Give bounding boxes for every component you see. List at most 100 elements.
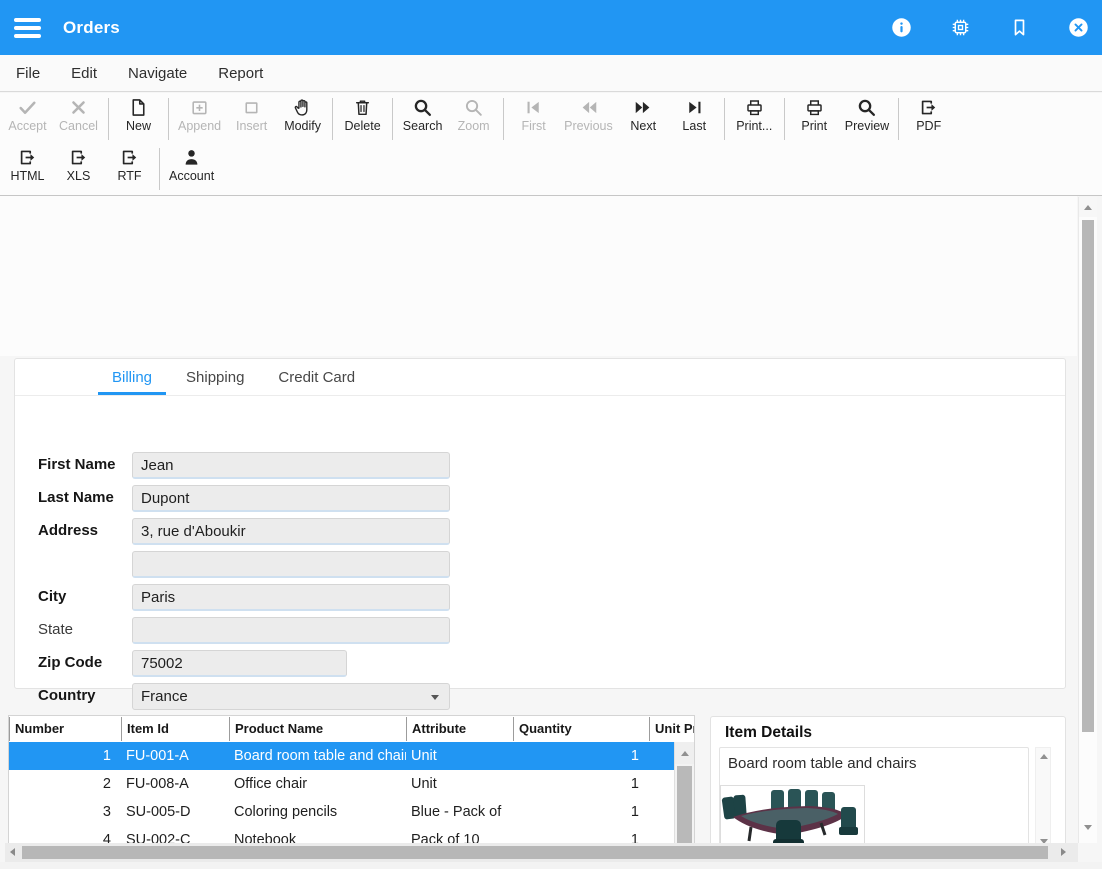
- toolbar-button[interactable]: Search: [397, 97, 448, 133]
- toolbar-button[interactable]: Print...: [729, 97, 780, 133]
- item-details-title: Item Details: [725, 724, 812, 742]
- item-description-box[interactable]: Board room table and chairs: [719, 747, 1029, 855]
- zip-code-input[interactable]: [132, 650, 347, 677]
- table-row[interactable]: 3 SU-005-D Coloring pencils Blue - Pack …: [9, 798, 694, 826]
- tab[interactable]: Credit Card: [261, 359, 372, 395]
- toolbar-button[interactable]: New: [113, 97, 164, 133]
- address-line1-input[interactable]: [132, 518, 450, 545]
- column-header[interactable]: Item Id: [121, 717, 229, 741]
- table-scroll-thumb[interactable]: [677, 766, 692, 845]
- scroll-left-button[interactable]: [10, 848, 15, 856]
- first-name-label: First Name: [38, 456, 116, 473]
- menu-item[interactable]: Edit: [71, 65, 97, 82]
- horizontal-scroll-thumb[interactable]: [22, 846, 1048, 859]
- toolbar-button[interactable]: Append: [173, 97, 226, 133]
- toolbar-button[interactable]: First: [508, 97, 559, 133]
- titlebar-button[interactable]: [891, 17, 913, 39]
- address-line2-input[interactable]: [132, 551, 450, 578]
- chip-icon: [950, 17, 971, 38]
- vertical-scroll-thumb[interactable]: [1082, 220, 1094, 732]
- column-header[interactable]: Attribute: [406, 717, 513, 741]
- state-input[interactable]: [132, 617, 450, 644]
- toolbar-button[interactable]: XLS: [53, 147, 104, 183]
- country-select[interactable]: France: [132, 683, 450, 710]
- trash-icon: [352, 97, 373, 118]
- toolbar-button[interactable]: Print: [789, 97, 840, 133]
- state-label: State: [38, 621, 73, 638]
- column-header[interactable]: Number: [9, 717, 121, 741]
- menu-item[interactable]: Report: [218, 65, 263, 82]
- toolbar-button[interactable]: Modify: [277, 97, 328, 133]
- square-plus-icon: [189, 97, 210, 118]
- column-header[interactable]: Product Name: [229, 717, 406, 741]
- scroll-up-button[interactable]: [1079, 197, 1097, 217]
- toolbar-separator: [332, 98, 333, 140]
- printer-icon: [744, 97, 765, 118]
- cross-icon: [68, 97, 89, 118]
- table-scroll-up-button[interactable]: [675, 742, 694, 764]
- tab[interactable]: Shipping: [169, 359, 261, 395]
- cell-product-name: Coloring pencils: [229, 798, 406, 826]
- menu-item[interactable]: Navigate: [128, 65, 187, 82]
- cell-quantity: 1: [513, 742, 649, 770]
- cell-attribute: Blue - Pack of: [406, 798, 513, 826]
- titlebar-button[interactable]: [1068, 17, 1090, 39]
- toolbar-button[interactable]: HTML: [2, 147, 53, 183]
- toolbar-button[interactable]: Previous: [559, 97, 618, 133]
- horizontal-scrollbar[interactable]: [5, 843, 1078, 862]
- titlebar-button[interactable]: [1009, 17, 1031, 39]
- toolbar-button[interactable]: Account: [164, 147, 219, 183]
- toolbar-button[interactable]: RTF: [104, 147, 155, 183]
- cell-attribute: Unit: [406, 742, 513, 770]
- toolbar-row-2: HTML XLS RTF Account: [2, 143, 1102, 191]
- cell-quantity: 1: [513, 770, 649, 798]
- cell-product-name: Board room table and chairs: [229, 742, 406, 770]
- details-scrollbar[interactable]: [1035, 747, 1051, 855]
- cell-item-id: SU-005-D: [121, 798, 229, 826]
- toolbar-button[interactable]: Accept: [2, 97, 53, 133]
- table-row[interactable]: 2 FU-008-A Office chair Unit 1: [9, 770, 694, 798]
- toolbar-button[interactable]: PDF: [903, 97, 954, 133]
- titlebar-button[interactable]: [950, 17, 972, 39]
- billing-card: Billing Shipping Credit Card First Name …: [14, 358, 1066, 689]
- toolbar-separator: [168, 98, 169, 140]
- triangle-up-icon: [1040, 754, 1048, 759]
- toolbar-separator: [898, 98, 899, 140]
- info-icon: [891, 17, 912, 38]
- menu-item[interactable]: File: [16, 65, 40, 82]
- scroll-right-button[interactable]: [1061, 848, 1066, 856]
- toolbar-button[interactable]: Zoom: [448, 97, 499, 133]
- table-scrollbar[interactable]: [674, 742, 694, 847]
- table-row[interactable]: 1 FU-001-A Board room table and chairs U…: [9, 742, 694, 770]
- cell-item-id: FU-008-A: [121, 770, 229, 798]
- toolbar-button[interactable]: Insert: [226, 97, 277, 133]
- city-label: City: [38, 588, 66, 605]
- tab[interactable]: Billing: [95, 359, 169, 395]
- last-name-input[interactable]: [132, 485, 450, 512]
- export-icon: [119, 147, 140, 168]
- toolbar-separator: [159, 148, 160, 190]
- search-icon: [463, 97, 484, 118]
- toolbar-button[interactable]: Cancel: [53, 97, 104, 133]
- bookmark-icon: [1009, 17, 1030, 38]
- close-icon: [1068, 17, 1089, 38]
- first-name-input[interactable]: [132, 452, 450, 479]
- toolbar-button[interactable]: Delete: [337, 97, 388, 133]
- toolbar-separator: [108, 98, 109, 140]
- toolbar-button[interactable]: Last: [669, 97, 720, 133]
- city-input[interactable]: [132, 584, 450, 611]
- toolbar: Accept Cancel New Append: [0, 93, 1102, 196]
- cell-quantity: 1: [513, 798, 649, 826]
- column-header[interactable]: Unit Pr: [649, 717, 694, 741]
- hamburger-menu-button[interactable]: [14, 18, 41, 38]
- toolbar-button[interactable]: Next: [618, 97, 669, 133]
- cell-number: 2: [9, 770, 121, 798]
- scroll-down-button[interactable]: [1084, 825, 1092, 830]
- toolbar-separator: [784, 98, 785, 140]
- tab-strip: Billing Shipping Credit Card: [15, 359, 1065, 396]
- vertical-scrollbar[interactable]: [1078, 197, 1097, 843]
- toolbar-separator: [503, 98, 504, 140]
- toolbar-button[interactable]: Preview: [840, 97, 894, 133]
- column-header[interactable]: Quantity: [513, 717, 649, 741]
- country-value: France: [141, 688, 188, 705]
